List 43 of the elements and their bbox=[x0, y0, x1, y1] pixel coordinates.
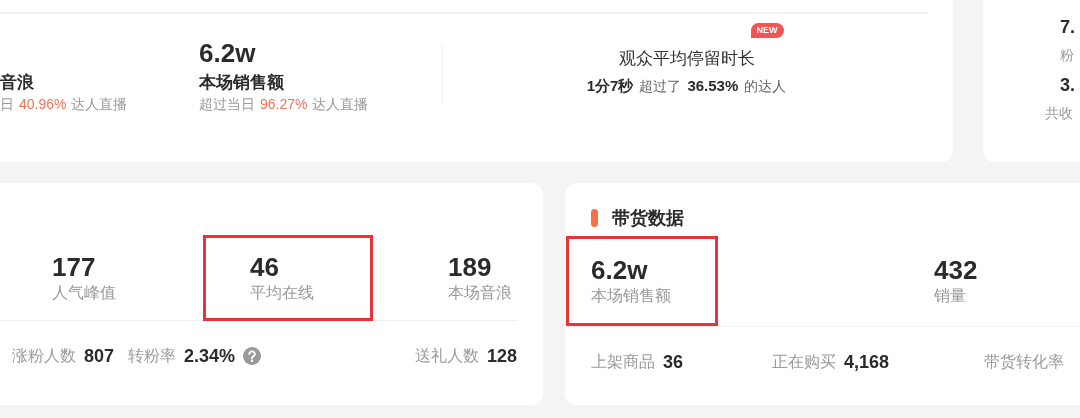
stat-value: 2.34% bbox=[184, 345, 236, 367]
percent-value: 36.53% bbox=[687, 76, 739, 94]
compare-text: 超过了 bbox=[639, 77, 682, 96]
stat-label: 上架商品 bbox=[591, 351, 655, 372]
metric-value: 6.2w bbox=[199, 38, 256, 68]
compare-text: 日 bbox=[0, 95, 14, 114]
percent-value: 96.27% bbox=[260, 95, 308, 114]
stat-value: 4,168 bbox=[844, 351, 890, 373]
compare-text: 的达人 bbox=[744, 77, 787, 96]
duration-value: 1分7秒 bbox=[586, 76, 634, 96]
compare-text: 超过当日 bbox=[199, 95, 255, 114]
stat-value: 36 bbox=[663, 351, 684, 373]
metric-value: 46 bbox=[250, 252, 280, 282]
compare-text: 达人直播 bbox=[71, 95, 128, 114]
metric-label: 平均在线 bbox=[250, 283, 315, 303]
metric-value: 6.2w bbox=[591, 255, 649, 285]
new-badge: NEW bbox=[750, 22, 784, 38]
metric-label: 本场销售额 bbox=[199, 72, 285, 94]
section-title: 带货数据 bbox=[612, 207, 684, 230]
metric-label: 本场音浪 bbox=[448, 283, 513, 303]
metric-label: 本场销售额 bbox=[591, 286, 672, 306]
metric-label: 粉 bbox=[1060, 46, 1075, 64]
stat-label: 涨粉人数 bbox=[12, 345, 76, 366]
metric-label: 销量 bbox=[934, 286, 967, 306]
metric-value: 432 bbox=[934, 255, 979, 285]
dwell-title: 观众平均停留时长 bbox=[618, 48, 755, 68]
stat-label: 转粉率 bbox=[128, 345, 177, 366]
metric-value: 3. bbox=[1060, 74, 1076, 96]
stat-value: 128 bbox=[486, 345, 517, 367]
metric-value: 177 bbox=[52, 252, 97, 282]
compare-text: 达人直播 bbox=[312, 95, 369, 114]
metric-value: 7. bbox=[1060, 16, 1076, 38]
metric-label: 共收 bbox=[1045, 104, 1074, 122]
metric-label: 音浪 bbox=[0, 72, 35, 94]
stat-label: 带货转化率 bbox=[984, 351, 1064, 372]
stat-value: 807 bbox=[84, 345, 115, 367]
accent-bar bbox=[591, 209, 598, 227]
stat-label: 送礼人数 bbox=[414, 345, 479, 366]
help-icon[interactable] bbox=[243, 347, 262, 365]
metric-label: 人气峰值 bbox=[52, 283, 117, 303]
metric-value: 189 bbox=[448, 252, 493, 282]
stat-label: 正在购买 bbox=[772, 351, 836, 372]
percent-value: 40.96% bbox=[19, 95, 67, 114]
